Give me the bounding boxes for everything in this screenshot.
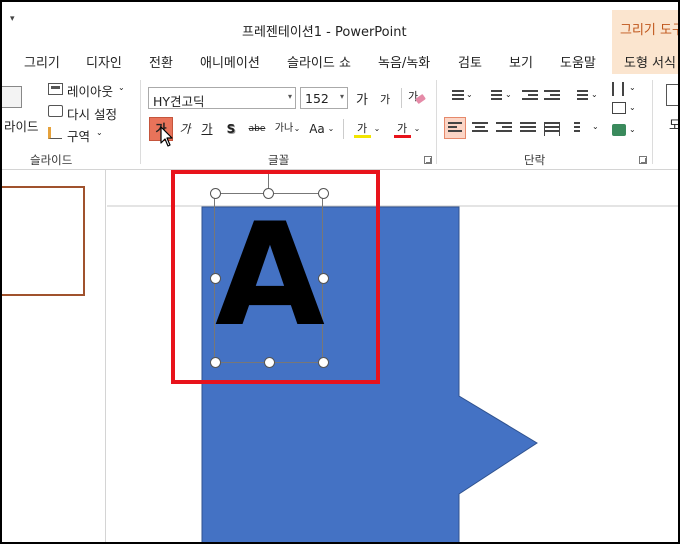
slide-thumbnail-pane[interactable] bbox=[2, 170, 106, 542]
ribbon: 라이드 레이아웃 ⌄ 다시 설정 구역 ⌄ 슬라이드 HY견고딕 ▾ 152 ▾… bbox=[2, 74, 678, 170]
justify-icon[interactable] bbox=[520, 122, 536, 136]
align-text-dropdown-icon[interactable]: ⌄ bbox=[629, 103, 636, 112]
change-case-button[interactable]: Aa bbox=[308, 118, 326, 140]
distribute-icon[interactable] bbox=[544, 122, 560, 136]
mouse-cursor-icon bbox=[160, 126, 173, 147]
toolbar-separator bbox=[401, 88, 402, 108]
tab-draw[interactable]: 그리기 bbox=[24, 52, 60, 71]
reset-icon bbox=[48, 105, 63, 117]
character-spacing-button[interactable]: 가나 bbox=[274, 118, 294, 140]
smartart-icon[interactable] bbox=[612, 124, 626, 136]
drawing-label-partial[interactable]: 도 bbox=[669, 114, 678, 133]
tab-shape-format[interactable]: 도형 서식 bbox=[612, 42, 678, 74]
tab-design[interactable]: 디자인 bbox=[86, 52, 122, 71]
tab-animations[interactable]: 애니메이션 bbox=[200, 52, 260, 71]
align-left-icon bbox=[448, 122, 464, 136]
smartart-dropdown-icon[interactable]: ⌄ bbox=[629, 125, 636, 134]
tab-help[interactable]: 도움말 bbox=[560, 52, 596, 71]
powerpoint-window: ▾ 프레젠테이션1 - PowerPoint 그리기 도구 그리기 디자인 전환… bbox=[0, 0, 680, 544]
text-direction-icon[interactable] bbox=[612, 82, 624, 96]
align-right-icon[interactable] bbox=[496, 122, 512, 136]
numbering-dropdown-icon[interactable]: ⌄ bbox=[505, 90, 512, 99]
spacing-dropdown-icon[interactable]: ⌄ bbox=[293, 118, 301, 140]
align-text-icon[interactable] bbox=[612, 102, 626, 114]
new-slide-icon[interactable] bbox=[2, 86, 22, 108]
italic-button[interactable]: 가 bbox=[178, 118, 192, 140]
strikethrough-button[interactable]: abe bbox=[246, 118, 268, 140]
columns-dropdown-icon[interactable]: ⌄ bbox=[592, 122, 599, 131]
bullets-dropdown-icon[interactable]: ⌄ bbox=[466, 90, 473, 99]
line-spacing-dropdown-icon[interactable]: ⌄ bbox=[591, 90, 598, 99]
tab-view[interactable]: 보기 bbox=[509, 52, 533, 71]
context-group-title: 그리기 도구 bbox=[612, 10, 678, 44]
font-name-select[interactable]: HY견고딕 ▾ bbox=[148, 87, 296, 109]
tab-transitions[interactable]: 전환 bbox=[149, 52, 173, 71]
title-bar: ▾ 프레젠테이션1 - PowerPoint 그리기 도구 bbox=[2, 2, 678, 44]
font-color-bar bbox=[394, 135, 411, 138]
font-name-value: HY견고딕 bbox=[153, 94, 205, 109]
font-size-value: 152 bbox=[305, 91, 329, 106]
text-shadow-button[interactable]: S bbox=[224, 118, 238, 140]
shrink-font-button[interactable]: 가 bbox=[380, 91, 390, 107]
section-dropdown-icon[interactable]: ⌄ bbox=[96, 128, 103, 137]
font-size-dropdown-icon[interactable]: ▾ bbox=[340, 92, 344, 101]
layout-button[interactable]: 레이아웃 bbox=[67, 81, 113, 100]
underline-button[interactable]: 가 bbox=[200, 118, 214, 140]
case-dropdown-icon[interactable]: ⌄ bbox=[327, 118, 335, 140]
group-label-paragraph: 단락 bbox=[524, 153, 546, 167]
group-separator bbox=[140, 80, 141, 164]
font-size-select[interactable]: 152 ▾ bbox=[300, 87, 348, 109]
font-name-dropdown-icon[interactable]: ▾ bbox=[288, 92, 292, 101]
line-spacing-icon[interactable] bbox=[572, 90, 588, 104]
shapes-icon[interactable] bbox=[666, 84, 678, 106]
highlight-color-bar bbox=[354, 135, 371, 138]
grow-font-button[interactable]: 가 bbox=[356, 89, 368, 108]
text-direction-dropdown-icon[interactable]: ⌄ bbox=[629, 83, 636, 92]
group-label-slides: 슬라이드 bbox=[30, 153, 73, 167]
slide-thumbnail[interactable] bbox=[2, 186, 85, 296]
layout-dropdown-icon[interactable]: ⌄ bbox=[118, 83, 125, 92]
section-button[interactable]: 구역 bbox=[67, 126, 90, 145]
group-separator bbox=[652, 80, 653, 164]
window-title: 프레젠테이션1 - PowerPoint bbox=[242, 25, 407, 40]
ribbon-tabs: 그리기 디자인 전환 애니메이션 슬라이드 쇼 녹음/녹화 검토 보기 도움말 … bbox=[2, 42, 678, 74]
reset-button[interactable]: 다시 설정 bbox=[67, 104, 117, 123]
font-dialog-launcher-icon[interactable] bbox=[424, 156, 432, 164]
highlight-dropdown-icon[interactable]: ⌄ bbox=[373, 118, 381, 140]
new-slide-label[interactable]: 라이드 bbox=[4, 116, 39, 135]
section-icon bbox=[48, 127, 62, 139]
align-center-icon[interactable] bbox=[472, 122, 488, 136]
bullets-icon[interactable] bbox=[448, 90, 464, 104]
group-separator bbox=[436, 80, 437, 164]
slide-canvas[interactable]: A bbox=[107, 170, 678, 542]
decrease-indent-icon[interactable] bbox=[522, 90, 538, 104]
quick-access-dropdown-icon[interactable]: ▾ bbox=[10, 14, 15, 24]
group-label-font: 글꼴 bbox=[268, 153, 290, 167]
paragraph-dialog-launcher-icon[interactable] bbox=[639, 156, 647, 164]
align-left-button[interactable] bbox=[444, 117, 466, 139]
font-color-dropdown-icon[interactable]: ⌄ bbox=[413, 118, 421, 140]
tab-record[interactable]: 녹음/녹화 bbox=[378, 52, 430, 71]
toolbar-separator bbox=[343, 119, 344, 139]
increase-indent-icon[interactable] bbox=[544, 90, 560, 104]
numbering-icon[interactable] bbox=[486, 90, 502, 104]
columns-icon[interactable] bbox=[574, 122, 590, 136]
highlight-annotation-box bbox=[171, 170, 380, 384]
tab-slideshow[interactable]: 슬라이드 쇼 bbox=[287, 52, 351, 71]
tab-review[interactable]: 검토 bbox=[458, 52, 482, 71]
layout-icon bbox=[48, 83, 63, 95]
